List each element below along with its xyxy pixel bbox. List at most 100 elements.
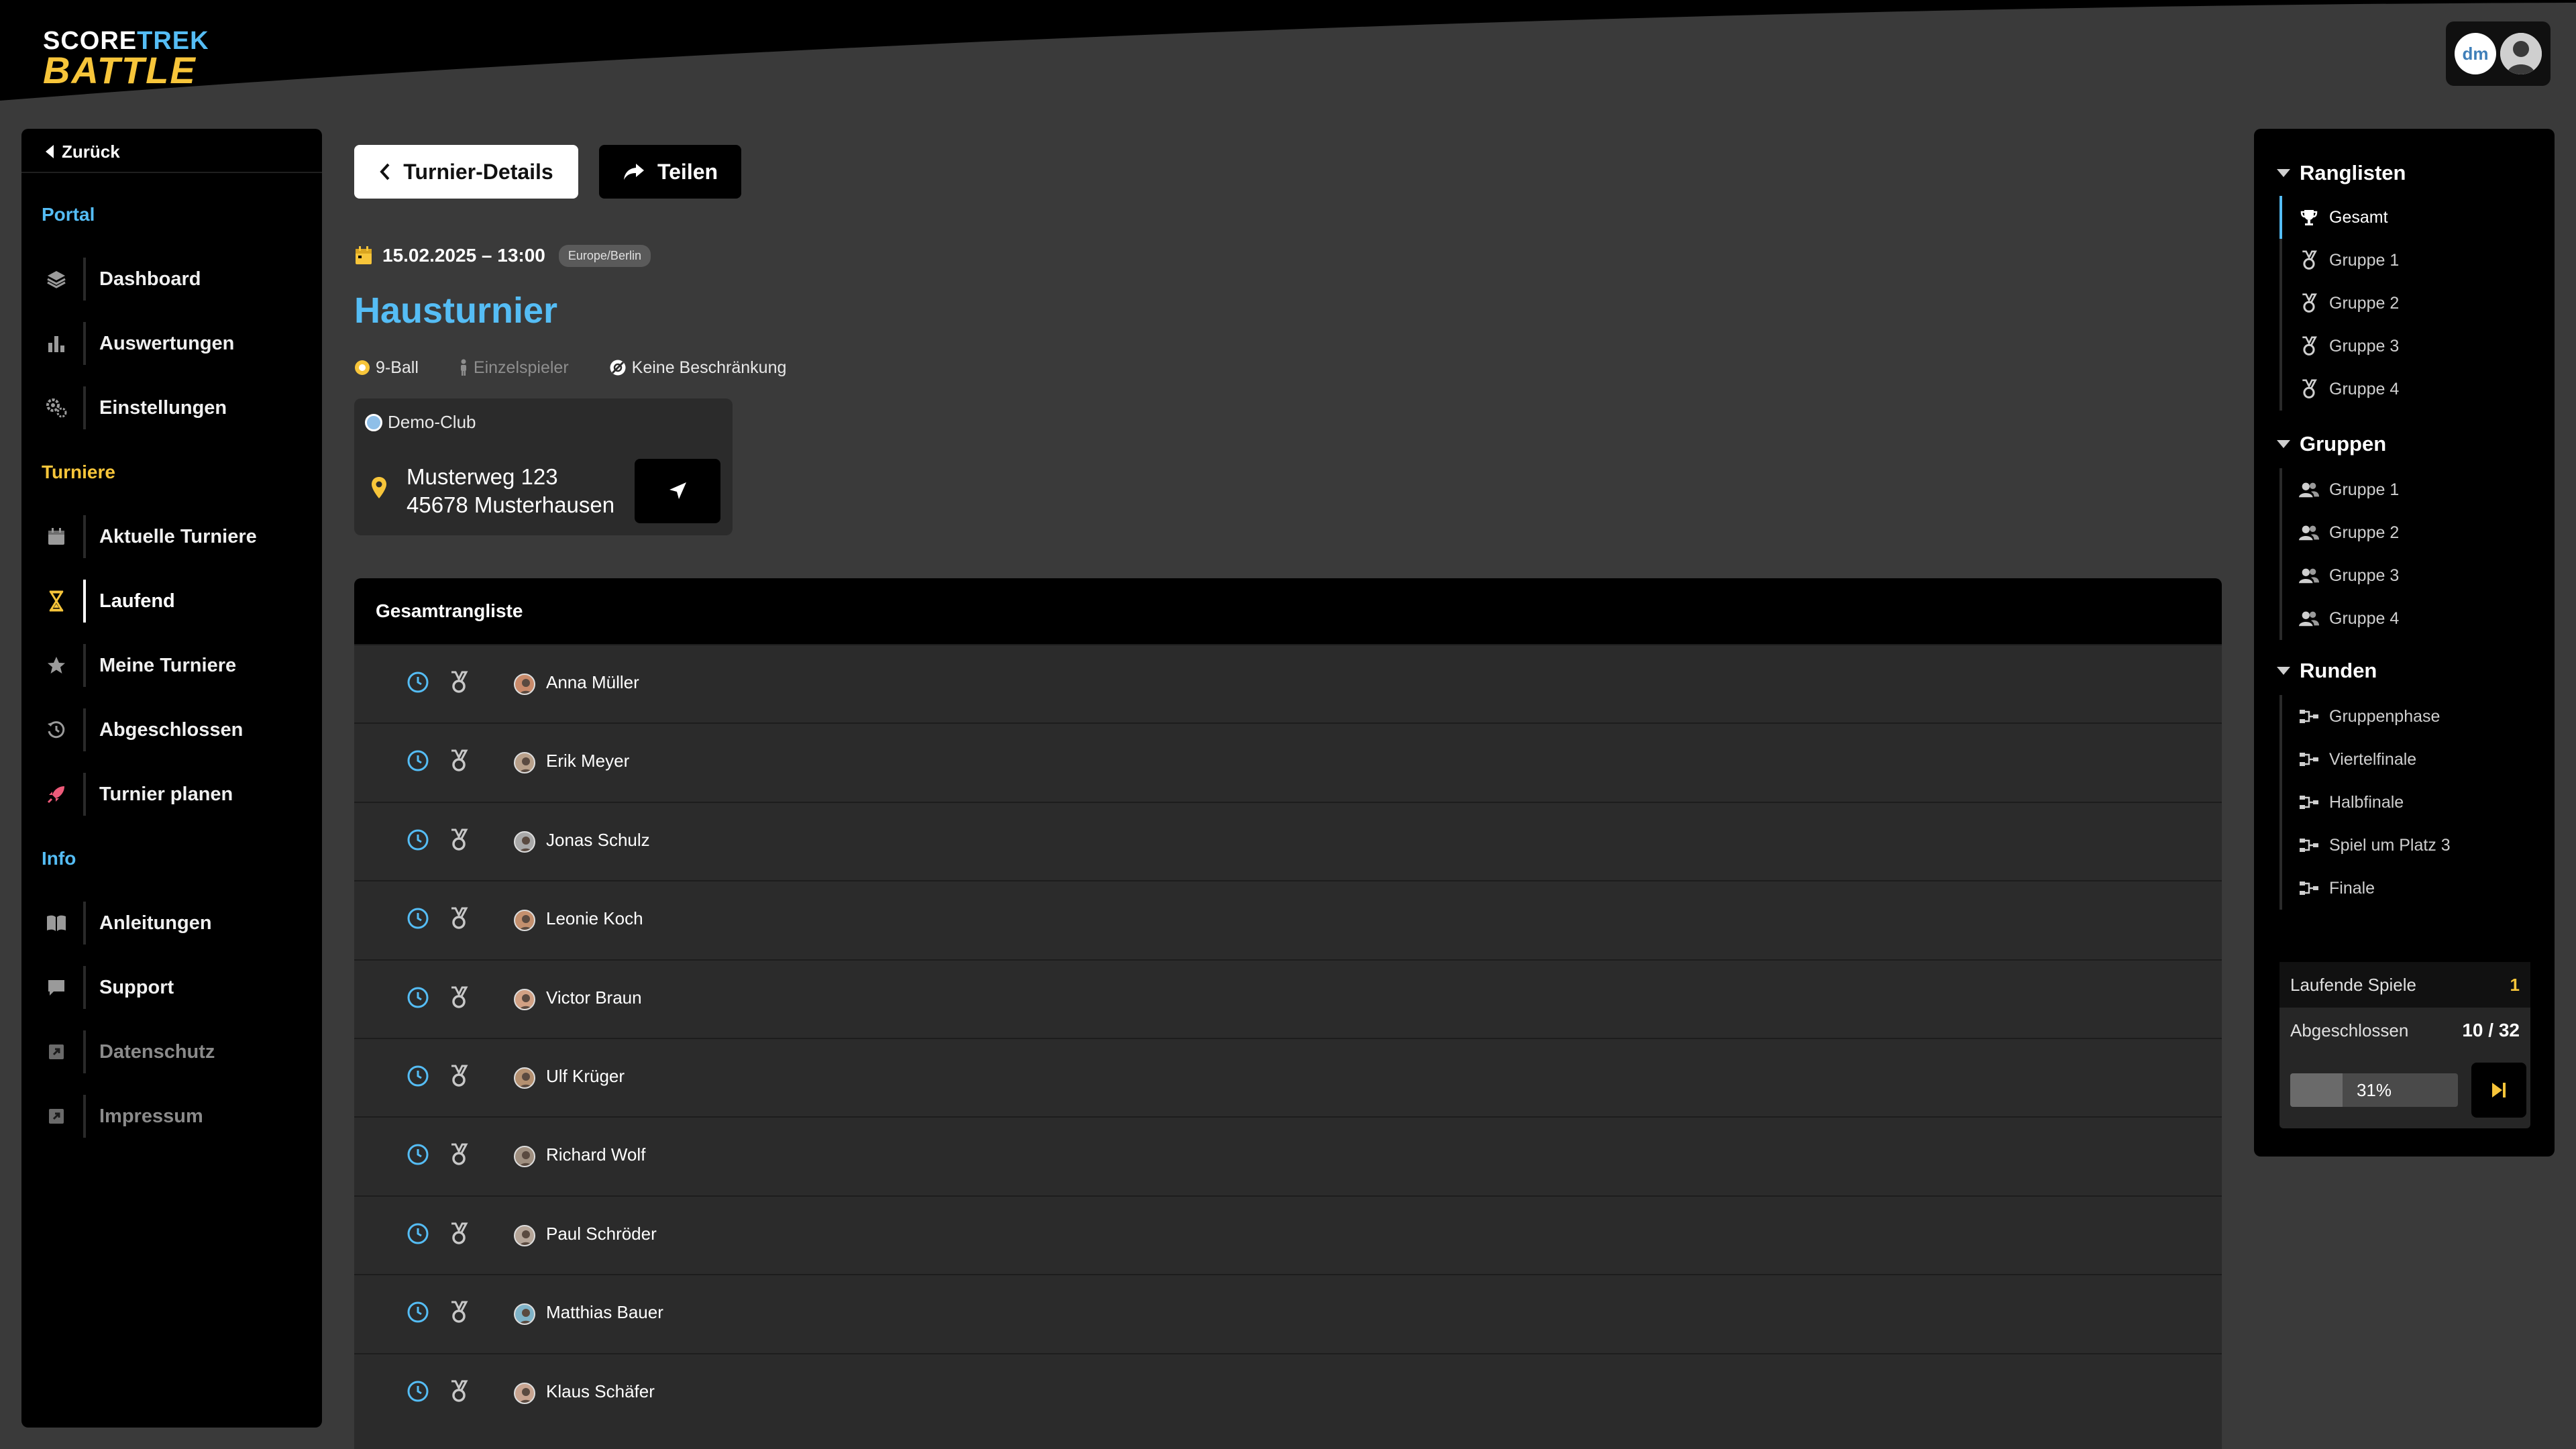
ranking-item-gruppe-4[interactable]: Gruppe 4 — [2279, 368, 2534, 411]
round-item-halbfinale[interactable]: Halbfinale — [2279, 781, 2534, 824]
round-item-finale[interactable]: Finale — [2279, 867, 2534, 910]
sidebar-item-datenschutz[interactable]: Datenschutz — [21, 1025, 322, 1079]
medal-icon — [451, 986, 468, 1008]
medal-icon — [451, 1380, 468, 1402]
completed-value: 10 / 32 — [2462, 1020, 2520, 1040]
ranking-row[interactable]: Matthias Bauer — [354, 1274, 2222, 1352]
chat-icon — [35, 966, 78, 1009]
back-link[interactable]: Zurück — [46, 138, 120, 165]
runden-header[interactable]: Runden — [2277, 659, 2377, 683]
list-item-label: Gesamt — [2329, 207, 2388, 227]
group-item-gruppe-1[interactable]: Gruppe 1 — [2279, 468, 2534, 511]
sidebar-item-label: Impressum — [99, 1105, 203, 1127]
sidebar-item-label: Support — [99, 976, 174, 998]
clock-icon — [407, 908, 429, 929]
clock-icon — [407, 987, 429, 1008]
group-item-gruppe-3[interactable]: Gruppe 3 — [2279, 554, 2534, 597]
club-row[interactable]: Demo-Club — [365, 412, 476, 433]
ranking-item-gruppe-1[interactable]: Gruppe 1 — [2279, 239, 2534, 282]
timezone-badge: Europe/Berlin — [558, 244, 651, 267]
ranking-row[interactable]: Richard Wolf — [354, 1116, 2222, 1195]
bracket-icon — [2298, 749, 2320, 770]
medal-icon — [2298, 378, 2320, 400]
round-item-viertelfinale[interactable]: Viertelfinale — [2279, 738, 2534, 781]
bracket-icon — [2298, 877, 2320, 899]
player-avatar — [514, 1067, 535, 1089]
sidebar-item-auswertungen[interactable]: Auswertungen — [21, 317, 322, 370]
group-item-gruppe-4[interactable]: Gruppe 4 — [2279, 597, 2534, 640]
navigate-button[interactable] — [635, 459, 720, 523]
player-name: Klaus Schäfer — [546, 1381, 655, 1401]
user-avatar[interactable] — [2500, 33, 2542, 74]
bracket-icon — [2298, 835, 2320, 856]
ranking-row[interactable]: Leonie Koch — [354, 880, 2222, 959]
ranking-row[interactable]: Erik Meyer — [354, 722, 2222, 801]
round-item-spiel-um-platz-3[interactable]: Spiel um Platz 3 — [2279, 824, 2534, 867]
organization-avatar[interactable]: dm — [2455, 33, 2496, 74]
progress-bar: 31% — [2290, 1073, 2458, 1107]
venue-card: Demo-Club Musterweg 123 45678 Musterhaus… — [354, 398, 733, 535]
ranking-item-gruppe-3[interactable]: Gruppe 3 — [2279, 325, 2534, 368]
list-item-label: Gruppe 3 — [2329, 336, 2400, 356]
ranking-row[interactable]: Jonas Schulz — [354, 801, 2222, 880]
sidebar-item-turnier-planen[interactable]: Turnier planen — [21, 767, 322, 821]
sidebar-item-support[interactable]: Support — [21, 961, 322, 1014]
overall-ranking-card: Gesamtrangliste Anna Müller Erik Meyer Jon… — [354, 578, 2222, 1449]
sidebar-item-einstellungen[interactable]: Einstellungen — [21, 381, 322, 435]
ranking-row[interactable]: Klaus Schäfer — [354, 1352, 2222, 1432]
chevron-left-icon — [380, 163, 390, 180]
round-item-gruppenphase[interactable]: Gruppenphase — [2279, 695, 2534, 738]
trophy-icon — [2298, 207, 2320, 228]
sidebar-item-label: Datenschutz — [99, 1040, 215, 1063]
users-icon — [2298, 608, 2320, 629]
club-name: Demo-Club — [388, 412, 476, 432]
sidebar-item-aktuelle-turniere[interactable]: Aktuelle Turniere — [21, 510, 322, 564]
share-button[interactable]: Teilen — [599, 145, 741, 199]
brand-logo[interactable]: SCORETREK BATTLE — [43, 28, 209, 89]
list-item-label: Finale — [2329, 878, 2375, 898]
sidebar-item-meine-turniere[interactable]: Meine Turniere — [21, 639, 322, 692]
billiard-ball-icon — [355, 360, 370, 375]
navigation-arrow-icon — [669, 482, 686, 499]
external-link-icon — [35, 1030, 78, 1073]
user-menu[interactable]: dm — [2446, 21, 2551, 86]
sidebar-item-dashboard[interactable]: Dashboard — [21, 252, 322, 306]
organization-initials: dm — [2462, 43, 2489, 64]
divider — [21, 172, 322, 173]
no-restriction-icon — [610, 360, 626, 376]
sidebar-item-anleitungen[interactable]: Anleitungen — [21, 896, 322, 950]
player-name: Matthias Bauer — [546, 1302, 663, 1323]
gears-icon — [35, 386, 78, 429]
group-item-gruppe-2[interactable]: Gruppe 2 — [2279, 511, 2534, 554]
ranking-item-gruppe-2[interactable]: Gruppe 2 — [2279, 282, 2534, 325]
ranking-row[interactable]: Paul Schröder — [354, 1195, 2222, 1274]
medal-icon — [451, 1065, 468, 1087]
sidebar-item-laufend[interactable]: Laufend — [21, 574, 322, 628]
player-name: Jonas Schulz — [546, 829, 650, 850]
ranking-row[interactable]: Ulf Krüger — [354, 1038, 2222, 1116]
ranking-row[interactable]: Anna Müller — [354, 644, 2222, 722]
player-avatar — [514, 910, 535, 932]
layers-icon — [35, 258, 78, 301]
clock-icon — [407, 1144, 429, 1165]
list-item-label: Viertelfinale — [2329, 749, 2417, 769]
sidebar-item-label: Meine Turniere — [99, 654, 237, 676]
sidebar-item-impressum[interactable]: Impressum — [21, 1089, 322, 1143]
tournament-date: 15.02.2025 – 13:00 — [382, 245, 545, 266]
list-item-label: Gruppe 2 — [2329, 293, 2400, 313]
tournament-details-button[interactable]: Turnier-Details — [354, 145, 578, 199]
caret-down-icon — [2277, 667, 2290, 675]
details-button-label: Turnier-Details — [403, 159, 553, 184]
ranking-item-gesamt[interactable]: Gesamt — [2279, 196, 2534, 239]
sidebar-item-abgeschlossen[interactable]: Abgeschlossen — [21, 703, 322, 757]
ranking-row[interactable]: Victor Braun — [354, 959, 2222, 1038]
gruppen-header[interactable]: Gruppen — [2277, 432, 2386, 456]
ranglisten-header[interactable]: Ranglisten — [2277, 161, 2406, 185]
clock-icon — [407, 1301, 429, 1323]
skip-forward-button[interactable] — [2471, 1063, 2526, 1118]
gruppen-title: Gruppen — [2300, 432, 2387, 455]
ranking-header: Gesamtrangliste — [354, 578, 2222, 644]
player-name: Richard Wolf — [546, 1144, 646, 1165]
users-icon — [2298, 522, 2320, 543]
tournament-meta: 9-Ball Einzelspieler Keine Beschränkung — [354, 356, 826, 380]
